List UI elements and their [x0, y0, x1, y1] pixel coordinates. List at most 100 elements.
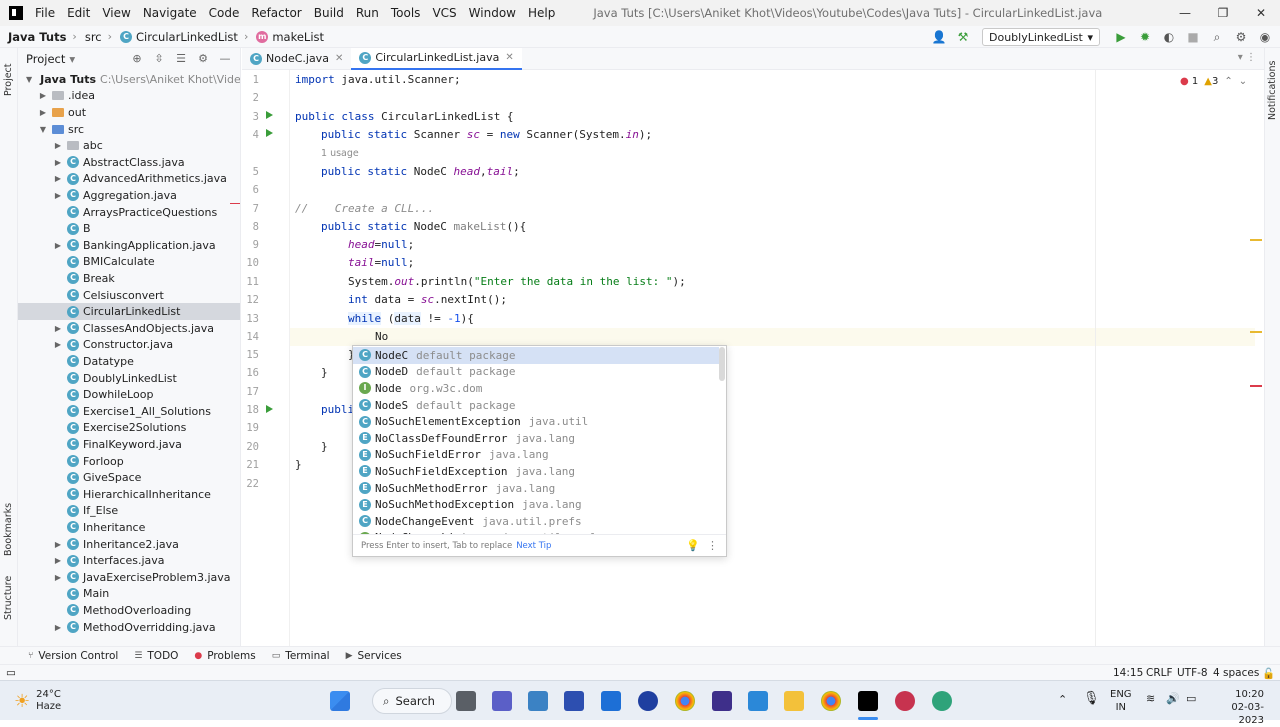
minimize-button[interactable]: —	[1166, 0, 1204, 26]
tree-item[interactable]: CB	[18, 220, 240, 237]
microphone-icon[interactable]: 🎙	[1083, 691, 1100, 706]
visual-studio-icon[interactable]	[712, 691, 732, 711]
completion-item[interactable]: E NoSuchMethodException java.lang	[353, 496, 719, 513]
tool-problems[interactable]: ● Problems	[194, 650, 255, 662]
tab-nodec[interactable]: C NodeC.java ✕	[242, 48, 351, 70]
photos-icon[interactable]	[528, 691, 548, 711]
clock[interactable]: 10:20 02-03-2023	[1208, 688, 1264, 727]
expand-all-icon[interactable]: ⇳	[148, 52, 170, 65]
usage-hint[interactable]: 1 usage	[321, 145, 359, 163]
windows-start-icon[interactable]	[330, 691, 350, 711]
menu-code[interactable]: Code	[209, 6, 240, 20]
chevron-right-icon[interactable]: ▶	[53, 241, 63, 250]
line-number[interactable]: 22	[239, 478, 259, 490]
obs-icon[interactable]	[895, 691, 915, 711]
chevron-right-icon[interactable]: ▶	[53, 324, 63, 333]
task-view-icon[interactable]	[456, 691, 476, 711]
tree-item[interactable]: ▶ C ClassesAndObjects.java	[18, 320, 240, 337]
chevron-right-icon[interactable]: ▶	[53, 158, 63, 167]
line-number[interactable]: 18	[239, 404, 259, 416]
tree-item[interactable]: C Inheritance	[18, 519, 240, 536]
chrome-icon[interactable]	[675, 691, 695, 711]
completion-item[interactable]: I Node org.w3c.dom	[353, 380, 719, 397]
teams-chat-icon[interactable]	[492, 691, 512, 711]
tree-item[interactable]: ▶ out	[18, 104, 240, 121]
line-number[interactable]: 17	[239, 386, 259, 398]
taskbar-search[interactable]: ⌕ Search	[372, 688, 452, 714]
warning-stripe-mark[interactable]	[1250, 239, 1262, 241]
completion-item[interactable]: E NoSuchMethodError java.lang	[353, 480, 719, 497]
file-encoding[interactable]: UTF-8	[1177, 667, 1208, 679]
layout-icon[interactable]: ▭	[6, 667, 16, 679]
line-number[interactable]: 21	[239, 459, 259, 471]
notifications-tool-tab[interactable]: Notifications	[1267, 61, 1278, 120]
run-main-icon[interactable]	[266, 405, 273, 413]
chevron-right-icon[interactable]: ▶	[53, 573, 63, 582]
tree-item[interactable]: C Break	[18, 270, 240, 287]
tree-item[interactable]: C Celsiusconvert	[18, 287, 240, 304]
tree-item[interactable]: C BMICalculate	[18, 254, 240, 271]
warning-stripe-mark[interactable]	[1250, 331, 1262, 333]
line-number[interactable]: 2	[239, 92, 259, 104]
tree-item[interactable]: C Exercise1_All_Solutions	[18, 403, 240, 420]
tree-item[interactable]: C FinalKeyword.java	[18, 436, 240, 453]
coverage-icon[interactable]: ◐	[1158, 26, 1180, 48]
tree-item[interactable]: C Main	[18, 586, 240, 603]
line-number[interactable]: 10	[239, 257, 259, 269]
tabs-more-icon[interactable]: ▾ ⋮	[1238, 52, 1256, 63]
tree-item[interactable]: ▶ C MethodOverridding.java	[18, 619, 240, 636]
menu-help[interactable]: Help	[528, 6, 555, 20]
caret-position[interactable]: 14:15	[1113, 667, 1143, 679]
error-count[interactable]: ● 1	[1180, 76, 1198, 87]
chevron-up-icon[interactable]: ⌃	[1058, 693, 1067, 706]
maximize-button[interactable]: ❐	[1204, 0, 1242, 26]
run-configuration-select[interactable]: DoublyLinkedList ▾	[982, 28, 1100, 46]
chevron-down-icon[interactable]: ▼	[38, 125, 48, 134]
collapse-all-icon[interactable]: ☰	[170, 52, 192, 65]
globe-app-icon[interactable]	[932, 691, 952, 711]
tree-item[interactable]: ▶ C Interfaces.java	[18, 552, 240, 569]
run-main-icon[interactable]	[266, 129, 273, 137]
completion-item[interactable]: C NodeS default package	[353, 397, 719, 414]
pen-app-icon[interactable]	[564, 691, 584, 711]
volume-icon[interactable]: 🔊	[1166, 692, 1180, 705]
tool-version-control[interactable]: ⑂ Version Control	[28, 650, 118, 662]
project-tool-tab[interactable]: Project	[3, 63, 14, 96]
user-icon[interactable]: 👤	[928, 26, 950, 48]
menu-build[interactable]: Build	[314, 6, 344, 20]
inspection-widget[interactable]: ● 1 ▲3 ⌃ ⌄	[1180, 76, 1247, 87]
chevron-down-icon[interactable]: ▼	[26, 75, 32, 84]
tree-item[interactable]: C Exercise2Solutions	[18, 420, 240, 437]
breadcrumb-method[interactable]: m makeList	[256, 30, 324, 44]
line-number[interactable]: 16	[239, 367, 259, 379]
chevron-right-icon[interactable]: ▶	[53, 556, 63, 565]
tab-circularlinkedlist[interactable]: C CircularLinkedList.java ✕	[351, 47, 522, 70]
line-number[interactable]: 13	[239, 313, 259, 325]
menu-navigate[interactable]: Navigate	[143, 6, 197, 20]
line-number[interactable]: 4	[239, 129, 259, 141]
tree-root[interactable]: ▼ Java Tuts C:\Users\Aniket Khot\Videos\…	[18, 71, 240, 88]
chevron-right-icon[interactable]: ▶	[53, 191, 63, 200]
warning-count[interactable]: ▲3	[1204, 76, 1218, 87]
stop-icon[interactable]: ■	[1182, 26, 1204, 48]
completion-item[interactable]: C NodeC default package	[353, 347, 719, 364]
tree-item[interactable]: C ArraysPracticeQuestions	[18, 204, 240, 221]
battery-icon[interactable]: ▭	[1186, 692, 1196, 705]
tree-item[interactable]: ▶ C AdvancedArithmetics.java	[18, 171, 240, 188]
completion-item[interactable]: C NodeChangeEvent java.util.prefs	[353, 513, 719, 530]
line-number[interactable]: 15	[239, 349, 259, 361]
chevron-right-icon[interactable]: ▶	[38, 91, 48, 100]
line-number[interactable]: 8	[239, 221, 259, 233]
line-number[interactable]: 5	[239, 166, 259, 178]
chevron-right-icon[interactable]: ▶	[53, 174, 63, 183]
search-icon[interactable]: ⌕	[1206, 26, 1228, 48]
line-number[interactable]: 7	[239, 203, 259, 215]
menu-edit[interactable]: Edit	[67, 6, 90, 20]
lightbulb-icon[interactable]: 💡	[686, 539, 700, 552]
wifi-icon[interactable]: ≋	[1146, 692, 1155, 705]
run-icon[interactable]: ▶	[1110, 26, 1132, 48]
tree-item[interactable]: C Datatype	[18, 353, 240, 370]
edge-dev-icon[interactable]	[638, 691, 658, 711]
tree-item[interactable]: ▶ C Constructor.java	[18, 337, 240, 354]
tree-item[interactable]: ▶ C AbstractClass.java	[18, 154, 240, 171]
